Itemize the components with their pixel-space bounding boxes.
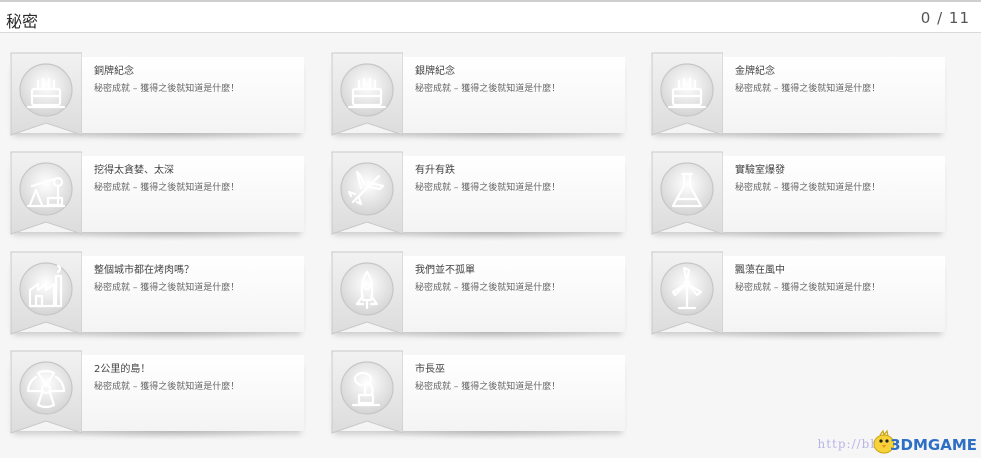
achievement-badge — [10, 350, 82, 434]
achievement-description: 秘密成就 – 獲得之後就知道是什麼！ — [735, 283, 881, 293]
achievement-card-8[interactable]: 我們並不孤單 秘密成就 – 獲得之後就知道是什麼！ — [323, 250, 628, 341]
achievement-badge — [651, 52, 723, 136]
achievement-badge — [331, 52, 403, 136]
achievement-name: 市長巫 — [415, 364, 445, 375]
achievement-description: 秘密成就 – 獲得之後就知道是什麼！ — [415, 283, 561, 293]
achievement-card-10[interactable]: 2公里的島！ 秘密成就 – 獲得之後就知道是什麼！ — [2, 349, 307, 440]
achievement-card-6[interactable]: 實驗室爆發 秘密成就 – 獲得之後就知道是什麼！ — [643, 150, 948, 241]
achievement-counter: 0 / 11 — [920, 9, 970, 27]
achievement-badge — [10, 251, 82, 335]
achievement-name: 2公里的島！ — [94, 364, 151, 375]
achievement-name: 金牌紀念 — [735, 66, 775, 77]
achievement-name: 整個城市都在烤肉嗎？ — [94, 265, 194, 276]
achievement-badge — [10, 52, 82, 136]
achievement-description: 秘密成就 – 獲得之後就知道是什麼！ — [735, 84, 881, 94]
achievement-name: 飄蕩在風中 — [735, 265, 785, 276]
achievement-description: 秘密成就 – 獲得之後就知道是什麼！ — [415, 183, 561, 193]
achievement-name: 實驗室爆發 — [735, 165, 785, 176]
achievement-description: 秘密成就 – 獲得之後就知道是什麼！ — [94, 283, 240, 293]
achievement-card-2[interactable]: 銀牌紀念 秘密成就 – 獲得之後就知道是什麼！ — [323, 51, 628, 142]
achievement-badge — [651, 251, 723, 335]
page-title: 秘密 — [6, 12, 39, 31]
achievement-badge — [651, 151, 723, 235]
category-header: 秘密 0 / 11 — [0, 2, 981, 33]
achievement-card-7[interactable]: 整個城市都在烤肉嗎？ 秘密成就 – 獲得之後就知道是什麼！ — [2, 250, 307, 341]
achievement-card-1[interactable]: 銅牌紀念 秘密成就 – 獲得之後就知道是什麼！ — [2, 51, 307, 142]
achievement-badge — [10, 151, 82, 235]
achievement-card-5[interactable]: 有升有跌 秘密成就 – 獲得之後就知道是什麼！ — [323, 150, 628, 241]
achievement-card-11[interactable]: 市長巫 秘密成就 – 獲得之後就知道是什麼！ — [323, 349, 628, 440]
achievement-description: 秘密成就 – 獲得之後就知道是什麼！ — [94, 84, 240, 94]
achievement-name: 銅牌紀念 — [94, 66, 134, 77]
achievement-description: 秘密成就 – 獲得之後就知道是什麼！ — [735, 183, 881, 193]
achievement-description: 秘密成就 – 獲得之後就知道是什麼！ — [94, 382, 240, 392]
watermark-brand: 3DMGAME — [890, 436, 977, 454]
achievement-card-3[interactable]: 金牌紀念 秘密成就 – 獲得之後就知道是什麼！ — [643, 51, 948, 142]
achievement-name: 我們並不孤單 — [415, 265, 475, 276]
achievement-card-4[interactable]: 挖得太貪婪、太深 秘密成就 – 獲得之後就知道是什麼！ — [2, 150, 307, 241]
achievement-name: 有升有跌 — [415, 165, 455, 176]
achievement-badge — [331, 251, 403, 335]
achievement-badge — [331, 350, 403, 434]
achievement-card-9[interactable]: 飄蕩在風中 秘密成就 – 獲得之後就知道是什麼！ — [643, 250, 948, 341]
achievement-description: 秘密成就 – 獲得之後就知道是什麼！ — [415, 382, 561, 392]
achievement-badge — [331, 151, 403, 235]
achievement-description: 秘密成就 – 獲得之後就知道是什麼！ — [415, 84, 561, 94]
achievement-description: 秘密成就 – 獲得之後就知道是什麼！ — [94, 183, 240, 193]
achievement-name: 銀牌紀念 — [415, 66, 455, 77]
achievement-name: 挖得太貪婪、太深 — [94, 165, 174, 176]
